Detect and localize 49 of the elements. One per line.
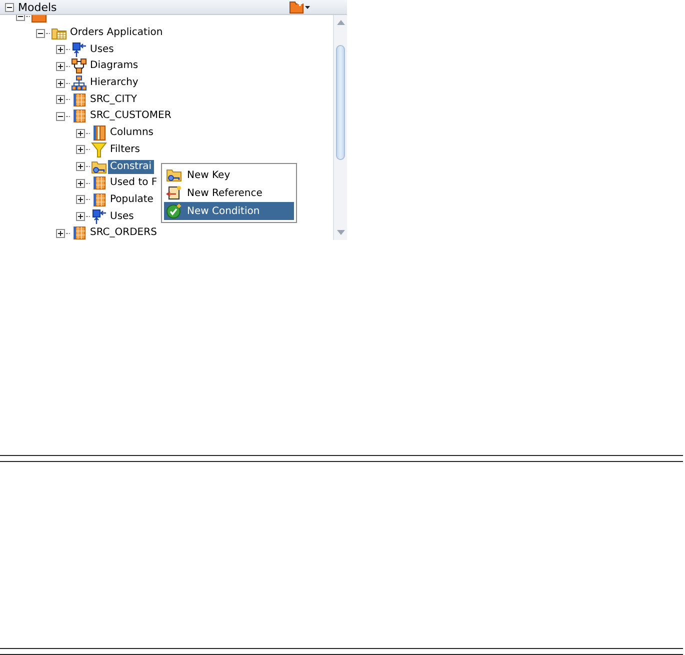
arrow-icon (91, 208, 107, 225)
tree-item[interactable]: Uses (108, 210, 136, 224)
expand-icon[interactable] (56, 228, 65, 238)
tree-item[interactable]: Uses (88, 42, 116, 57)
folder-key-icon (91, 158, 107, 175)
funnel-icon (91, 142, 107, 158)
reference-icon (166, 185, 182, 201)
collapse-icon[interactable] (5, 2, 14, 12)
tree-item[interactable]: Orders Application (68, 26, 165, 40)
arrow-icon (71, 42, 87, 58)
expand-icon[interactable] (56, 62, 65, 71)
menu-item[interactable]: New Key (164, 166, 294, 184)
tree-item[interactable]: Diagrams (88, 59, 140, 74)
table-icon (91, 192, 107, 208)
table-icon (71, 108, 87, 124)
table-icon (91, 175, 107, 192)
expand-icon[interactable] (56, 95, 65, 104)
folder-key-icon (166, 167, 182, 183)
scrollbar[interactable] (333, 15, 347, 240)
table-icon (71, 225, 87, 240)
add-folder-icon[interactable] (289, 0, 311, 14)
collapse-icon[interactable] (36, 28, 45, 38)
scroll-thumb[interactable] (336, 45, 345, 160)
tree-item[interactable]: SRC_ORDERS (88, 226, 159, 240)
tree-item[interactable]: Columns (108, 126, 156, 140)
diagram-icon (71, 58, 87, 74)
table-icon (71, 92, 87, 108)
expand-icon[interactable] (76, 162, 85, 172)
expand-icon[interactable] (76, 178, 85, 188)
tree-item[interactable]: SRC_CUSTOMER (88, 109, 174, 124)
expand-icon[interactable] (76, 145, 85, 154)
columns-icon (91, 125, 107, 142)
expand-icon[interactable] (76, 195, 85, 204)
menu-item[interactable]: New Reference (164, 184, 294, 202)
panel-title: Models (18, 0, 57, 14)
hierarchy-icon (71, 75, 87, 92)
tree-item[interactable]: Filters (108, 142, 142, 157)
tree-item[interactable]: Constrai (108, 160, 154, 174)
tree-item[interactable]: Hierarchy (88, 76, 140, 90)
tree-item[interactable]: Used to F (108, 176, 160, 190)
expand-icon[interactable] (56, 78, 65, 88)
menu-item[interactable]: New Condition (164, 202, 294, 220)
expand-icon[interactable] (76, 128, 85, 138)
expand-icon[interactable] (56, 45, 65, 54)
collapse-icon[interactable] (56, 112, 65, 121)
expand-icon[interactable] (76, 212, 85, 222)
tree-item[interactable]: SRC_CITY (88, 92, 139, 107)
tree-item[interactable]: Populate (108, 192, 156, 207)
check-icon (166, 203, 182, 219)
